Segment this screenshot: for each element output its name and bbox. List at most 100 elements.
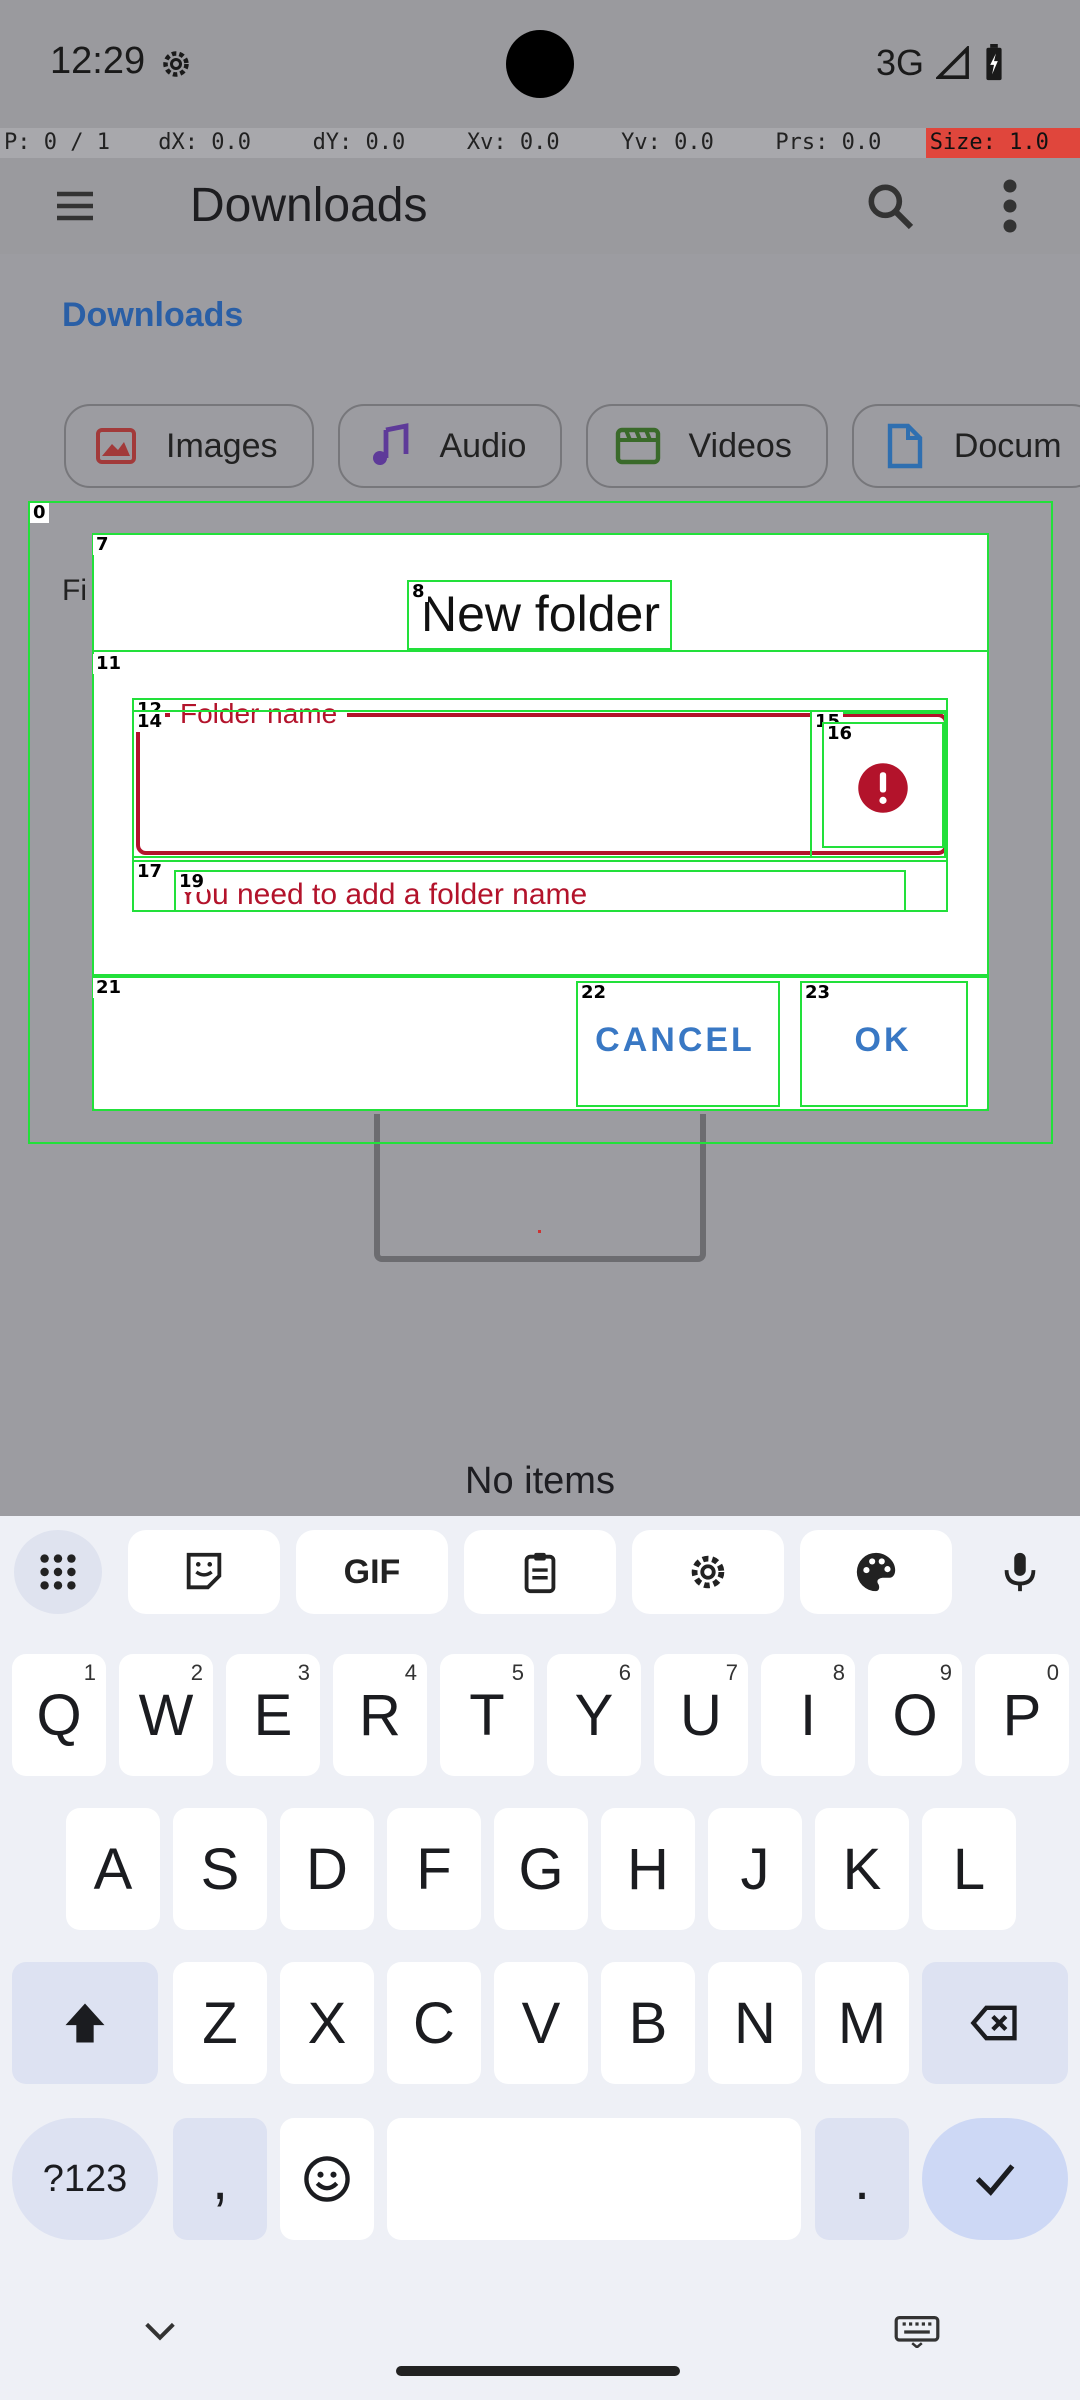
key-m[interactable]: M xyxy=(815,1962,909,2084)
video-icon xyxy=(616,427,661,465)
key-char: I xyxy=(799,1682,817,1748)
debug-label-7: 7 xyxy=(93,535,112,555)
palette-icon xyxy=(856,1552,896,1592)
pointer-dy: dY: 0.0 xyxy=(312,130,406,155)
key-f[interactable]: F xyxy=(387,1808,481,1930)
key-o[interactable]: O9 xyxy=(868,1654,962,1776)
key-char: Q xyxy=(36,1682,82,1748)
key-x[interactable]: X xyxy=(280,1962,374,2084)
shift-key[interactable] xyxy=(12,1962,158,2084)
chip-label: Images xyxy=(166,426,278,465)
key-hint: 2 xyxy=(190,1660,203,1685)
symbols-key[interactable]: ?123 xyxy=(12,2118,158,2240)
hide-keyboard-chevron-icon[interactable] xyxy=(140,2316,180,2346)
key-l[interactable]: L xyxy=(922,1808,1016,1930)
key-g[interactable]: G xyxy=(494,1808,588,1930)
keyboard-toolbar: GIF xyxy=(0,1530,1080,1620)
chip-audio[interactable]: Audio xyxy=(337,404,563,488)
filter-chips: Images Audio Videos Docum xyxy=(64,404,1080,488)
debug-label-22: 22 xyxy=(578,983,610,1003)
settings-gear-icon xyxy=(163,51,189,77)
music-note-icon xyxy=(372,423,408,465)
pointer-dx: dX: 0.0 xyxy=(158,130,251,155)
status-bar: 12:29 3G xyxy=(0,0,1080,128)
key-s[interactable]: S xyxy=(173,1808,267,1930)
key-a[interactable]: A xyxy=(66,1808,160,1930)
debug-label-16: 16 xyxy=(824,724,856,744)
key-e[interactable]: E3 xyxy=(226,1654,320,1776)
key-j[interactable]: J xyxy=(708,1808,802,1930)
gif-button[interactable]: GIF xyxy=(296,1530,448,1614)
partial-heading: Fi xyxy=(62,574,87,607)
pointer-xv: Xv: 0.0 xyxy=(466,130,560,155)
menu-icon[interactable] xyxy=(50,182,100,230)
chip-label: Audio xyxy=(439,426,527,465)
key-q[interactable]: Q1 xyxy=(12,1654,106,1776)
key-d[interactable]: D xyxy=(280,1808,374,1930)
home-indicator[interactable] xyxy=(396,2366,680,2376)
pointer-location-bar: P: 0 / 1 dX: 0.0 dY: 0.0 Xv: 0.0 Yv: 0.0… xyxy=(0,128,1080,158)
pointer-yv: Yv: 0.0 xyxy=(621,130,714,155)
key-c[interactable]: C xyxy=(387,1962,481,2084)
empty-folder-illustration xyxy=(374,1114,706,1262)
key-t[interactable]: T5 xyxy=(440,1654,534,1776)
space-key[interactable] xyxy=(387,2118,801,2240)
key-hint: 1 xyxy=(83,1660,96,1685)
pointer-dot xyxy=(538,1230,541,1233)
image-icon xyxy=(96,428,136,464)
key-w[interactable]: W2 xyxy=(119,1654,213,1776)
key-h[interactable]: H xyxy=(601,1808,695,1930)
search-icon[interactable] xyxy=(862,178,918,234)
document-icon xyxy=(887,423,923,469)
soft-keyboard: GIF Q1 W2 E3 R4 T5 Y6 U7 I8 O9 P0 A S D … xyxy=(0,1516,1080,2400)
apps-grid-button[interactable] xyxy=(14,1530,102,1614)
comma-key[interactable]: , xyxy=(173,2118,267,2240)
chip-label: Videos xyxy=(688,426,792,465)
theme-button[interactable] xyxy=(800,1530,952,1614)
chip-documents[interactable]: Docum xyxy=(851,404,1080,488)
signal-icon xyxy=(936,46,969,79)
key-k[interactable]: K xyxy=(815,1808,909,1930)
key-z[interactable]: Z xyxy=(173,1962,267,2084)
key-hint: 9 xyxy=(939,1660,952,1685)
pointer-size: Size: 1.0 xyxy=(925,128,1080,158)
backspace-key[interactable] xyxy=(922,1962,1068,2084)
keyboard-settings-button[interactable] xyxy=(632,1530,784,1614)
emoji-key[interactable] xyxy=(280,2118,374,2240)
key-i[interactable]: I8 xyxy=(761,1654,855,1776)
pointer-pressure: Prs: 0.0 xyxy=(775,130,882,155)
camera-cutout xyxy=(506,30,574,98)
voice-input-button[interactable] xyxy=(978,1530,1062,1614)
sticker-icon xyxy=(186,1552,222,1590)
sticker-button[interactable] xyxy=(128,1530,280,1614)
enter-key[interactable] xyxy=(922,2118,1068,2240)
key-char: T xyxy=(469,1682,505,1748)
backspace-icon xyxy=(970,2005,1017,2041)
debug-label-21: 21 xyxy=(93,978,125,998)
clipboard-button[interactable] xyxy=(464,1530,616,1614)
more-options-icon[interactable] xyxy=(998,176,1022,236)
breadcrumb[interactable]: Downloads xyxy=(62,296,243,335)
shift-icon xyxy=(65,2003,105,2043)
key-r[interactable]: R4 xyxy=(333,1654,427,1776)
chip-videos[interactable]: Videos xyxy=(586,404,828,488)
chip-images[interactable]: Images xyxy=(64,404,314,488)
key-p[interactable]: P0 xyxy=(975,1654,1069,1776)
key-y[interactable]: Y6 xyxy=(547,1654,641,1776)
key-hint: 0 xyxy=(1046,1660,1059,1685)
key-u[interactable]: U7 xyxy=(654,1654,748,1776)
new-folder-dialog: New folder Folder name You need to add a… xyxy=(92,533,989,1109)
period-key[interactable]: . xyxy=(815,2118,909,2240)
key-hint: 5 xyxy=(511,1660,524,1685)
key-char: O xyxy=(892,1682,938,1748)
key-char: Y xyxy=(574,1682,614,1748)
error-icon xyxy=(858,763,908,813)
clipboard-icon xyxy=(524,1552,556,1594)
key-v[interactable]: V xyxy=(494,1962,588,2084)
key-char: W xyxy=(138,1682,194,1748)
key-b[interactable]: B xyxy=(601,1962,695,2084)
folder-name-label: Folder name xyxy=(170,698,348,730)
switch-keyboard-icon[interactable] xyxy=(894,2316,940,2348)
debug-label-11: 11 xyxy=(93,654,125,674)
key-n[interactable]: N xyxy=(708,1962,802,2084)
